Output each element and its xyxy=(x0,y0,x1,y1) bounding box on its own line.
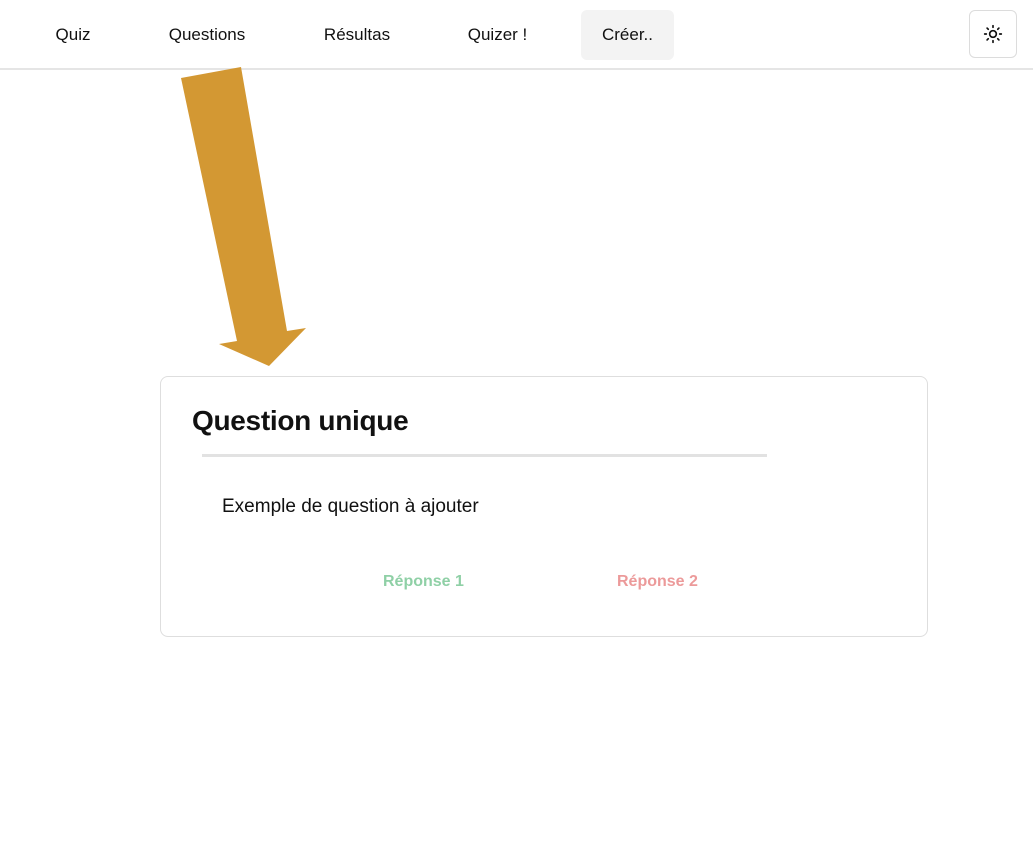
nav-item-quiz[interactable]: Quiz xyxy=(38,10,108,60)
theme-toggle-button[interactable] xyxy=(969,10,1017,58)
answer-1-button[interactable]: Réponse 1 xyxy=(383,573,464,591)
sun-icon xyxy=(983,24,1003,44)
question-card: Question unique Exemple de question à aj… xyxy=(160,376,928,637)
nav-item-questions[interactable]: Questions xyxy=(148,10,266,60)
card-title: Question unique xyxy=(192,405,409,436)
answer-2-button[interactable]: Réponse 2 xyxy=(617,573,698,591)
question-text: Exemple de question à ajouter xyxy=(222,496,479,517)
card-divider xyxy=(202,454,767,457)
top-navbar: Quiz Questions Résultas Quizer ! Créer.. xyxy=(0,0,1033,70)
nav-item-resultas[interactable]: Résultas xyxy=(306,10,408,60)
nav-item-quizer[interactable]: Quizer ! xyxy=(450,10,545,60)
nav-item-creer[interactable]: Créer.. xyxy=(581,10,674,60)
